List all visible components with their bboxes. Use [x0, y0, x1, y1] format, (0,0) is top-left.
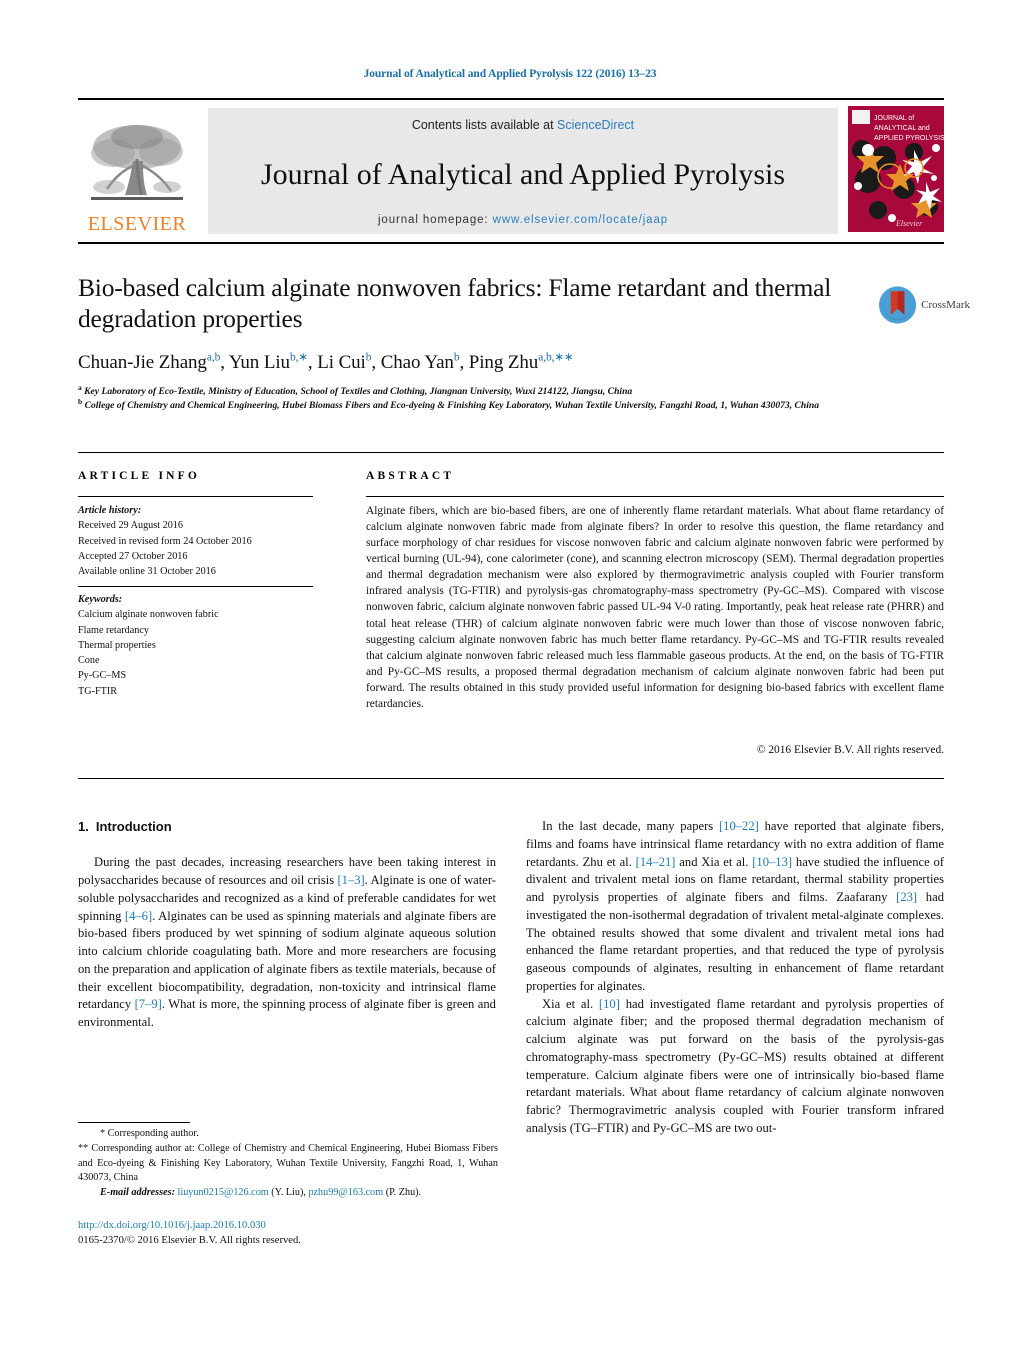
journal-cover-thumbnail: JOURNAL of ANALYTICAL and APPLIED PYROLY…: [848, 106, 944, 236]
article-history-line: Available online 31 October 2016: [78, 566, 216, 578]
affiliation: b College of Chemistry and Chemical Engi…: [78, 396, 820, 411]
svg-text:ANALYTICAL and: ANALYTICAL and: [874, 125, 930, 132]
affiliation-list: a Key Laboratory of Eco-Textile, Ministr…: [78, 382, 878, 412]
author-name: Chao Yan: [380, 352, 454, 373]
email-link-1[interactable]: liuyun0215@126.com: [178, 1187, 269, 1198]
right-column-paragraphs: In the last decade, many papers [10–22] …: [526, 818, 944, 1138]
article-history: Article history: Received 29 August 2016…: [78, 503, 323, 579]
keywords-block: Keywords: Calcium alginate nonwoven fabr…: [78, 592, 323, 699]
body-paragraph: In the last decade, many papers [10–22] …: [526, 819, 944, 993]
keyword-item: TG-FTIR: [78, 685, 118, 697]
journal-cover-image: JOURNAL of ANALYTICAL and APPLIED PYROLY…: [848, 106, 944, 232]
article-history-line: Received 29 August 2016: [78, 520, 183, 532]
author-list: Chuan-Jie Zhanga,b, Yun Liub,∗, Li Cuib,…: [78, 351, 574, 373]
body-column-right: In the last decade, many papers [10–22] …: [526, 818, 944, 1138]
email-addresses-label: E-mail addresses:: [100, 1187, 175, 1199]
journal-homepage-line: journal homepage: www.elsevier.com/locat…: [378, 214, 668, 226]
article-page: Journal of Analytical and Applied Pyroly…: [0, 0, 1020, 1351]
keyword-items: Calcium alginate nonwoven fabric Flame re…: [78, 607, 323, 699]
sciencedirect-link[interactable]: ScienceDirect: [557, 118, 634, 132]
footnote-email-addresses: E-mail addresses: liuyun0215@126.com (Y.…: [78, 1186, 498, 1201]
svg-text:APPLIED PYROLYSIS: APPLIED PYROLYSIS: [874, 135, 944, 142]
citation-link[interactable]: [7–9]: [135, 997, 162, 1011]
doi-link[interactable]: http://dx.doi.org/10.1016/j.jaap.2016.10…: [78, 1218, 498, 1233]
title-block: Bio-based calcium alginate nonwoven fabr…: [78, 272, 868, 334]
email-owner-1: (Y. Liu): [271, 1187, 304, 1199]
email-owner-2: (P. Zhu).: [385, 1187, 422, 1199]
author-name: Ping Zhu: [468, 352, 539, 373]
affiliation: a Key Laboratory of Eco-Textile, Ministr…: [78, 382, 633, 397]
journal-masthead: ELSEVIER Contents lists available at Sci…: [78, 98, 944, 244]
contents-available-text: Contents lists available at: [411, 118, 558, 132]
author-affiliation-mark: b,∗: [289, 351, 308, 364]
body-column-left: 1. Introduction During the past decades, …: [78, 818, 496, 1032]
author-affiliation-mark: a,b,∗∗: [538, 351, 574, 364]
crossmark-icon: [878, 286, 917, 324]
citation-link[interactable]: [10–13]: [752, 855, 792, 869]
footnotes-block: * Corresponding author. ** Corresponding…: [78, 1127, 498, 1201]
citation-link[interactable]: [14–21]: [636, 855, 676, 869]
elsevier-logo: ELSEVIER: [78, 104, 196, 238]
keyword-item: Thermal properties: [78, 639, 156, 651]
article-title: Bio-based calcium alginate nonwoven fabr…: [78, 273, 832, 334]
keyword-item: Py-GC–MS: [78, 670, 127, 682]
divider-bottom: [78, 778, 944, 779]
keyword-item: Flame retardancy: [78, 624, 149, 636]
divider-top: [78, 452, 944, 453]
contents-available-line: Contents lists available at ScienceDirec…: [412, 118, 634, 132]
affiliation-mark: a: [78, 382, 82, 392]
abstract-heading: ABSTRACT: [366, 470, 455, 482]
running-head: Journal of Analytical and Applied Pyroly…: [363, 68, 657, 80]
divider-article-info: [78, 496, 313, 497]
email-link-2[interactable]: pzhu99@163.com: [308, 1187, 383, 1198]
body-paragraph: Xia et al. [10] had investigated flame r…: [526, 996, 944, 1135]
issn-copyright-line: 0165-2370/© 2016 Elsevier B.V. All right…: [78, 1235, 301, 1247]
citation-link[interactable]: [1–3]: [337, 873, 364, 887]
crossmark-badge[interactable]: CrossMark: [878, 282, 970, 328]
article-info-heading: ARTICLE INFO: [78, 470, 201, 482]
section-title-text: Introduction: [95, 819, 172, 834]
masthead-banner: Contents lists available at ScienceDirec…: [208, 108, 838, 234]
section-heading-introduction: 1. Introduction: [78, 818, 496, 836]
citation-link[interactable]: [10–22]: [719, 819, 759, 833]
body-paragraph: During the past decades, increasing rese…: [78, 855, 496, 1030]
article-history-line: Accepted 27 October 2016: [78, 550, 188, 562]
article-history-line: Received in revised form 24 October 2016: [78, 535, 252, 547]
crossmark-label: CrossMark: [921, 299, 970, 311]
article-history-label: Article history:: [78, 505, 142, 516]
author-affiliation-mark: b: [365, 351, 372, 364]
doi-block: http://dx.doi.org/10.1016/j.jaap.2016.10…: [78, 1218, 498, 1249]
divider-keywords: [78, 586, 313, 587]
citation-link[interactable]: [10]: [599, 997, 620, 1011]
affiliation-mark: b: [78, 396, 83, 406]
author-affiliation-mark: a,b: [206, 351, 221, 364]
citation-link[interactable]: [4–6]: [125, 909, 152, 923]
copyright-line: © 2016 Elsevier B.V. All rights reserved…: [756, 744, 944, 756]
author-name: Yun Liu: [228, 352, 290, 373]
journal-homepage-link[interactable]: www.elsevier.com/locate/jaap: [493, 214, 668, 226]
keywords-label: Keywords:: [78, 594, 123, 605]
divider-abstract: [366, 496, 944, 497]
journal-title: Journal of Analytical and Applied Pyroly…: [260, 158, 786, 191]
svg-text:Elsevier: Elsevier: [895, 219, 923, 228]
elsevier-wordmark: ELSEVIER: [87, 213, 187, 235]
keyword-item: Cone: [78, 655, 100, 667]
abstract-text: Alginate fibers, which are bio-based fib…: [366, 505, 944, 710]
section-number: 1.: [78, 819, 89, 834]
article-history-lines: Received 29 August 2016 Received in revis…: [78, 518, 323, 579]
journal-homepage-label: journal homepage:: [377, 214, 493, 226]
citation-link[interactable]: [23]: [896, 890, 917, 904]
author-name: Chuan-Jie Zhang: [78, 352, 207, 373]
footnote-corresponding-author-1: * Corresponding author.: [100, 1128, 199, 1139]
keyword-item: Calcium alginate nonwoven fabric: [78, 609, 219, 621]
footnote-corresponding-author-2: ** Corresponding author at: College of C…: [78, 1142, 498, 1184]
author-affiliation-mark: b: [453, 351, 460, 364]
author-name: Li Cui: [317, 352, 366, 373]
footnote-divider: [78, 1122, 190, 1123]
elsevier-tree-icon: [91, 125, 183, 200]
left-column-paragraphs: During the past decades, increasing rese…: [78, 854, 496, 1032]
svg-text:JOURNAL of: JOURNAL of: [874, 115, 914, 122]
